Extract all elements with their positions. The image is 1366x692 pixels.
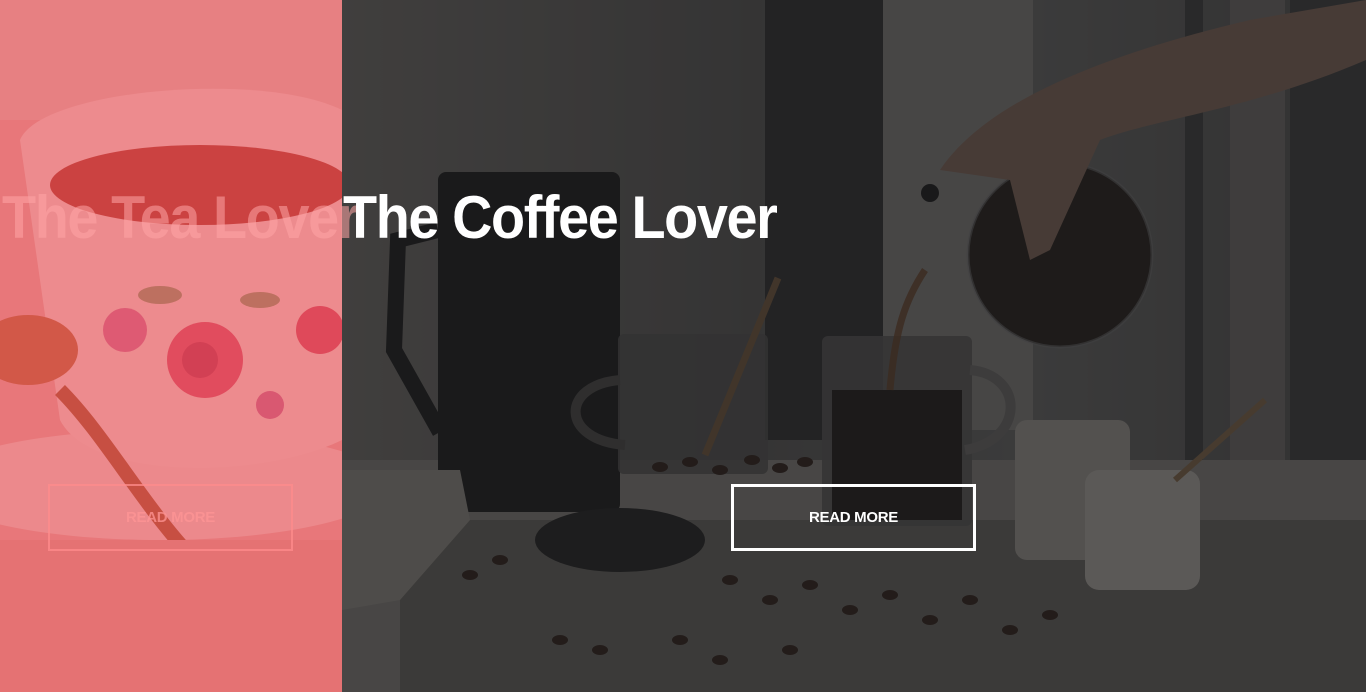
coffee-lover-title: The Coffee Lover [343, 184, 778, 251]
tea-lover-title: The Tea Lover [2, 184, 359, 251]
tea-lover-panel[interactable] [0, 0, 342, 692]
coffee-read-more-button[interactable]: READ MORE [731, 484, 976, 551]
tea-red-overlay [0, 0, 342, 692]
hero-split-section: The Tea Lover The Coffee Lover READ MORE… [0, 0, 1366, 692]
tea-read-more-button[interactable]: READ MORE [48, 484, 293, 551]
